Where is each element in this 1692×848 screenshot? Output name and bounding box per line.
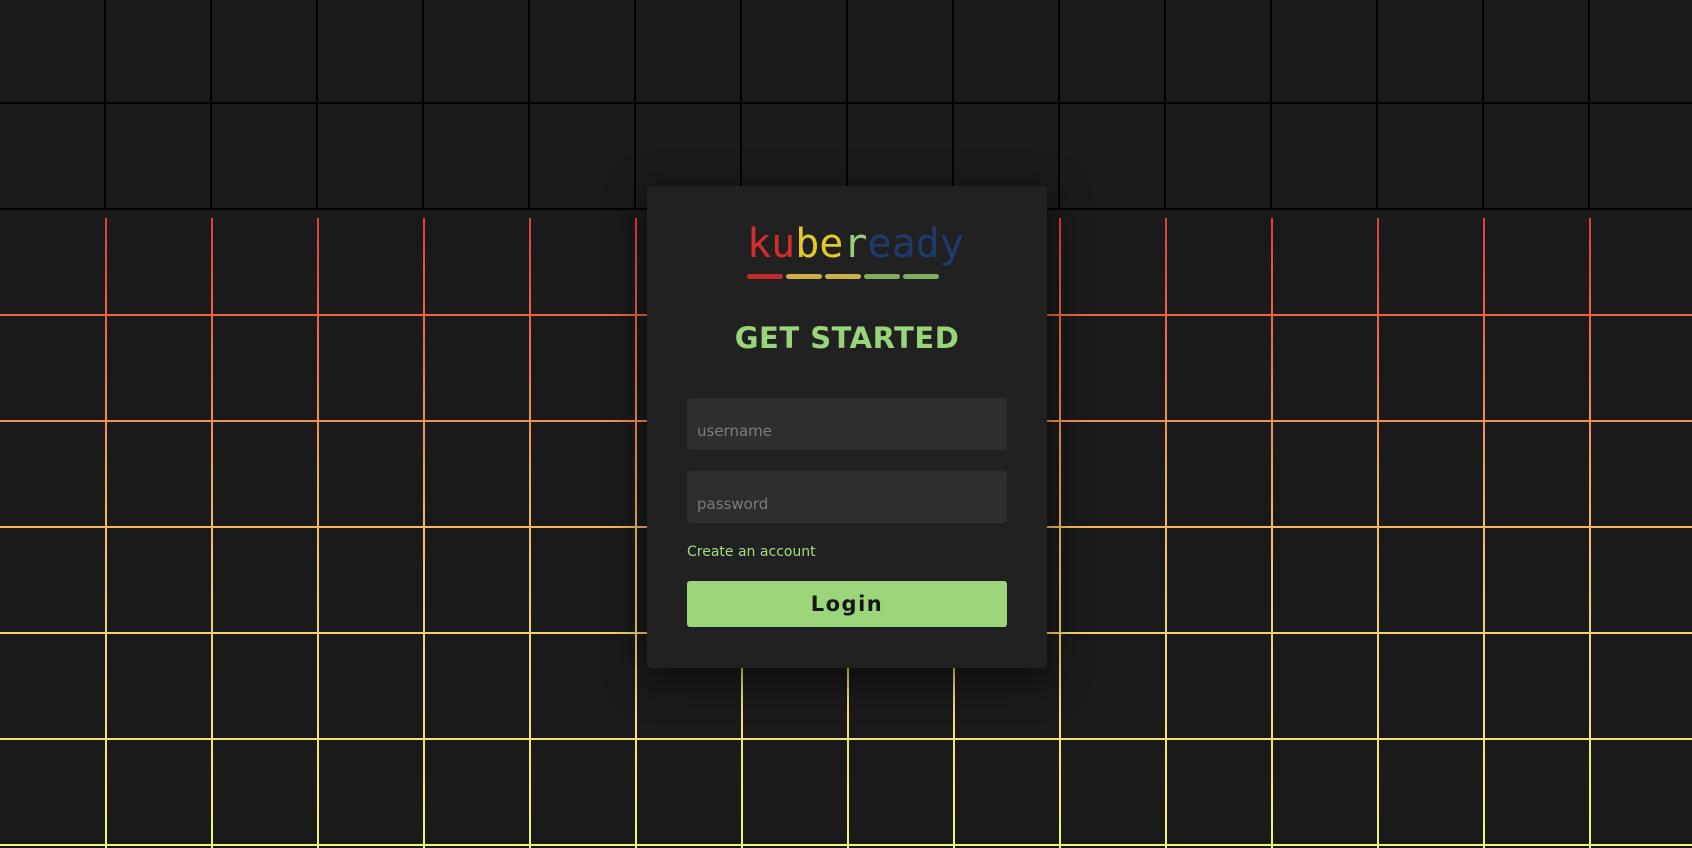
logo-letter: a xyxy=(891,221,916,267)
logo-bar xyxy=(864,274,900,279)
page-title: GET STARTED xyxy=(734,321,960,355)
create-account-link[interactable]: Create an account xyxy=(687,544,816,560)
logo-letter: u xyxy=(771,221,796,267)
login-page: kubeready GET STARTED Create an account … xyxy=(0,0,1692,848)
login-card: kubeready GET STARTED Create an account … xyxy=(647,186,1047,668)
grid-line-horizontal xyxy=(0,738,1692,740)
grid-line-vertical xyxy=(1271,218,1273,848)
logo-bar xyxy=(825,274,861,279)
password-input[interactable] xyxy=(687,471,1007,523)
logo-letter: y xyxy=(939,221,964,267)
login-button[interactable]: Login xyxy=(687,581,1007,627)
grid-line-vertical xyxy=(1377,218,1379,848)
logo-letter: r xyxy=(843,221,868,267)
logo-letter: b xyxy=(795,221,820,267)
grid-line-vertical xyxy=(529,218,531,848)
grid-line-vertical xyxy=(317,218,319,848)
grid-line-vertical xyxy=(635,218,637,848)
grid-line-vertical xyxy=(1165,218,1167,848)
grid-line-vertical xyxy=(1059,218,1061,848)
logo-color-bars xyxy=(747,274,939,279)
grid-line-vertical xyxy=(1483,218,1485,848)
grid-line-horizontal xyxy=(0,844,1692,846)
background-grid-dark xyxy=(0,0,1692,210)
logo-bar xyxy=(747,274,783,279)
logo-letter: k xyxy=(747,221,772,267)
logo-bar xyxy=(903,274,939,279)
logo-wordmark: kubeready xyxy=(747,224,964,264)
logo-letter: e xyxy=(819,221,844,267)
grid-line-vertical xyxy=(1589,218,1591,848)
kuberready-logo: kubeready xyxy=(747,224,964,284)
grid-line-vertical xyxy=(423,218,425,848)
logo-letter: e xyxy=(867,221,892,267)
logo-letter: d xyxy=(915,221,940,267)
grid-line-vertical xyxy=(211,218,213,848)
logo-bar xyxy=(786,274,822,279)
username-input[interactable] xyxy=(687,398,1007,450)
grid-line-vertical xyxy=(105,218,107,848)
